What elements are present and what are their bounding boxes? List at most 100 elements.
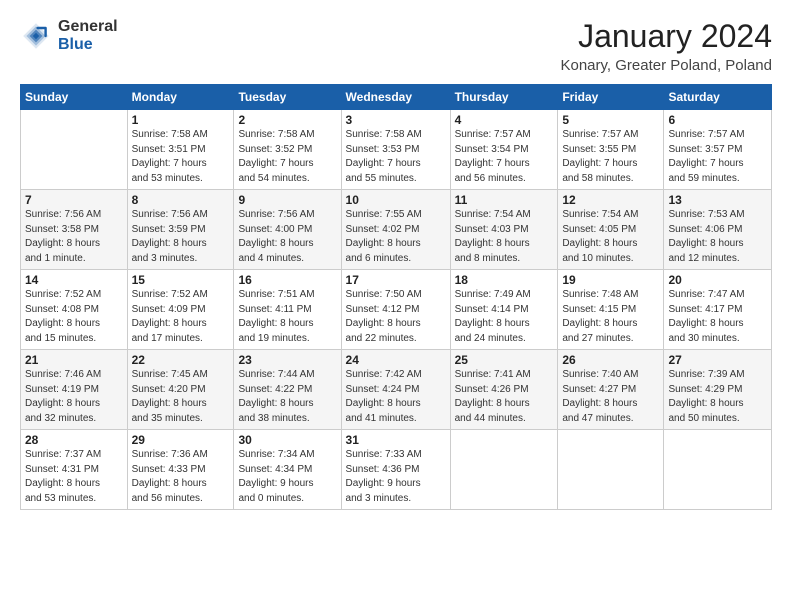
day-info: Sunrise: 7:39 AMSunset: 4:29 PMDaylight:… (668, 368, 767, 426)
day-info: Sunrise: 7:54 AMSunset: 4:03 PMDaylight:… (455, 208, 554, 266)
logo-icon (20, 20, 52, 52)
col-tuesday: Tuesday (234, 85, 341, 110)
day-number: 4 (455, 113, 554, 127)
day-number: 1 (132, 113, 230, 127)
day-number: 25 (455, 353, 554, 367)
table-row: 9Sunrise: 7:56 AMSunset: 4:00 PMDaylight… (234, 190, 341, 270)
day-info: Sunrise: 7:58 AMSunset: 3:53 PMDaylight:… (346, 128, 446, 186)
day-info: Sunrise: 7:56 AMSunset: 3:58 PMDaylight:… (25, 208, 123, 266)
day-number: 14 (25, 273, 123, 287)
day-number: 8 (132, 193, 230, 207)
table-row: 30Sunrise: 7:34 AMSunset: 4:34 PMDayligh… (234, 430, 341, 510)
day-number: 28 (25, 433, 123, 447)
table-row: 31Sunrise: 7:33 AMSunset: 4:36 PMDayligh… (341, 430, 450, 510)
day-info: Sunrise: 7:53 AMSunset: 4:06 PMDaylight:… (668, 208, 767, 266)
day-info: Sunrise: 7:49 AMSunset: 4:14 PMDaylight:… (455, 288, 554, 346)
day-info: Sunrise: 7:52 AMSunset: 4:09 PMDaylight:… (132, 288, 230, 346)
table-row: 20Sunrise: 7:47 AMSunset: 4:17 PMDayligh… (664, 270, 772, 350)
table-row: 5Sunrise: 7:57 AMSunset: 3:55 PMDaylight… (558, 110, 664, 190)
day-number: 27 (668, 353, 767, 367)
logo-general-text: General (58, 18, 118, 36)
day-number: 23 (238, 353, 336, 367)
logo-blue-text: Blue (58, 36, 118, 54)
col-sunday: Sunday (21, 85, 128, 110)
logo: General Blue (20, 18, 118, 53)
day-info: Sunrise: 7:36 AMSunset: 4:33 PMDaylight:… (132, 448, 230, 506)
col-monday: Monday (127, 85, 234, 110)
calendar-header-row: Sunday Monday Tuesday Wednesday Thursday… (21, 85, 772, 110)
day-number: 13 (668, 193, 767, 207)
day-number: 2 (238, 113, 336, 127)
table-row: 6Sunrise: 7:57 AMSunset: 3:57 PMDaylight… (664, 110, 772, 190)
week-row-3: 14Sunrise: 7:52 AMSunset: 4:08 PMDayligh… (21, 270, 772, 350)
calendar-table: Sunday Monday Tuesday Wednesday Thursday… (20, 84, 772, 510)
day-number: 6 (668, 113, 767, 127)
table-row: 29Sunrise: 7:36 AMSunset: 4:33 PMDayligh… (127, 430, 234, 510)
day-number: 22 (132, 353, 230, 367)
day-info: Sunrise: 7:44 AMSunset: 4:22 PMDaylight:… (238, 368, 336, 426)
day-info: Sunrise: 7:56 AMSunset: 4:00 PMDaylight:… (238, 208, 336, 266)
table-row: 11Sunrise: 7:54 AMSunset: 4:03 PMDayligh… (450, 190, 558, 270)
day-number: 7 (25, 193, 123, 207)
day-info: Sunrise: 7:57 AMSunset: 3:54 PMDaylight:… (455, 128, 554, 186)
day-info: Sunrise: 7:40 AMSunset: 4:27 PMDaylight:… (562, 368, 659, 426)
day-number: 12 (562, 193, 659, 207)
day-number: 9 (238, 193, 336, 207)
day-info: Sunrise: 7:51 AMSunset: 4:11 PMDaylight:… (238, 288, 336, 346)
table-row: 14Sunrise: 7:52 AMSunset: 4:08 PMDayligh… (21, 270, 128, 350)
day-number: 16 (238, 273, 336, 287)
day-info: Sunrise: 7:56 AMSunset: 3:59 PMDaylight:… (132, 208, 230, 266)
table-row: 7Sunrise: 7:56 AMSunset: 3:58 PMDaylight… (21, 190, 128, 270)
day-number: 20 (668, 273, 767, 287)
day-number: 29 (132, 433, 230, 447)
day-number: 31 (346, 433, 446, 447)
day-info: Sunrise: 7:34 AMSunset: 4:34 PMDaylight:… (238, 448, 336, 506)
table-row (21, 110, 128, 190)
day-number: 30 (238, 433, 336, 447)
day-number: 26 (562, 353, 659, 367)
day-number: 17 (346, 273, 446, 287)
day-number: 19 (562, 273, 659, 287)
table-row: 10Sunrise: 7:55 AMSunset: 4:02 PMDayligh… (341, 190, 450, 270)
table-row: 22Sunrise: 7:45 AMSunset: 4:20 PMDayligh… (127, 350, 234, 430)
table-row (450, 430, 558, 510)
day-info: Sunrise: 7:54 AMSunset: 4:05 PMDaylight:… (562, 208, 659, 266)
week-row-1: 1Sunrise: 7:58 AMSunset: 3:51 PMDaylight… (21, 110, 772, 190)
subtitle: Konary, Greater Poland, Poland (560, 57, 772, 74)
day-info: Sunrise: 7:45 AMSunset: 4:20 PMDaylight:… (132, 368, 230, 426)
title-block: January 2024 Konary, Greater Poland, Pol… (560, 18, 772, 74)
col-friday: Friday (558, 85, 664, 110)
day-info: Sunrise: 7:55 AMSunset: 4:02 PMDaylight:… (346, 208, 446, 266)
table-row: 19Sunrise: 7:48 AMSunset: 4:15 PMDayligh… (558, 270, 664, 350)
day-info: Sunrise: 7:37 AMSunset: 4:31 PMDaylight:… (25, 448, 123, 506)
day-info: Sunrise: 7:33 AMSunset: 4:36 PMDaylight:… (346, 448, 446, 506)
table-row: 1Sunrise: 7:58 AMSunset: 3:51 PMDaylight… (127, 110, 234, 190)
day-info: Sunrise: 7:57 AMSunset: 3:57 PMDaylight:… (668, 128, 767, 186)
week-row-4: 21Sunrise: 7:46 AMSunset: 4:19 PMDayligh… (21, 350, 772, 430)
day-info: Sunrise: 7:48 AMSunset: 4:15 PMDaylight:… (562, 288, 659, 346)
col-saturday: Saturday (664, 85, 772, 110)
day-info: Sunrise: 7:47 AMSunset: 4:17 PMDaylight:… (668, 288, 767, 346)
table-row: 17Sunrise: 7:50 AMSunset: 4:12 PMDayligh… (341, 270, 450, 350)
day-info: Sunrise: 7:58 AMSunset: 3:52 PMDaylight:… (238, 128, 336, 186)
table-row: 21Sunrise: 7:46 AMSunset: 4:19 PMDayligh… (21, 350, 128, 430)
header: General Blue January 2024 Konary, Greate… (20, 18, 772, 74)
day-info: Sunrise: 7:41 AMSunset: 4:26 PMDaylight:… (455, 368, 554, 426)
table-row: 12Sunrise: 7:54 AMSunset: 4:05 PMDayligh… (558, 190, 664, 270)
day-number: 18 (455, 273, 554, 287)
logo-text: General Blue (58, 18, 118, 53)
table-row: 24Sunrise: 7:42 AMSunset: 4:24 PMDayligh… (341, 350, 450, 430)
day-number: 24 (346, 353, 446, 367)
day-number: 11 (455, 193, 554, 207)
table-row: 27Sunrise: 7:39 AMSunset: 4:29 PMDayligh… (664, 350, 772, 430)
col-thursday: Thursday (450, 85, 558, 110)
day-number: 5 (562, 113, 659, 127)
table-row: 25Sunrise: 7:41 AMSunset: 4:26 PMDayligh… (450, 350, 558, 430)
week-row-5: 28Sunrise: 7:37 AMSunset: 4:31 PMDayligh… (21, 430, 772, 510)
day-number: 15 (132, 273, 230, 287)
day-info: Sunrise: 7:57 AMSunset: 3:55 PMDaylight:… (562, 128, 659, 186)
day-info: Sunrise: 7:58 AMSunset: 3:51 PMDaylight:… (132, 128, 230, 186)
table-row: 13Sunrise: 7:53 AMSunset: 4:06 PMDayligh… (664, 190, 772, 270)
day-number: 10 (346, 193, 446, 207)
page: General Blue January 2024 Konary, Greate… (0, 0, 792, 612)
